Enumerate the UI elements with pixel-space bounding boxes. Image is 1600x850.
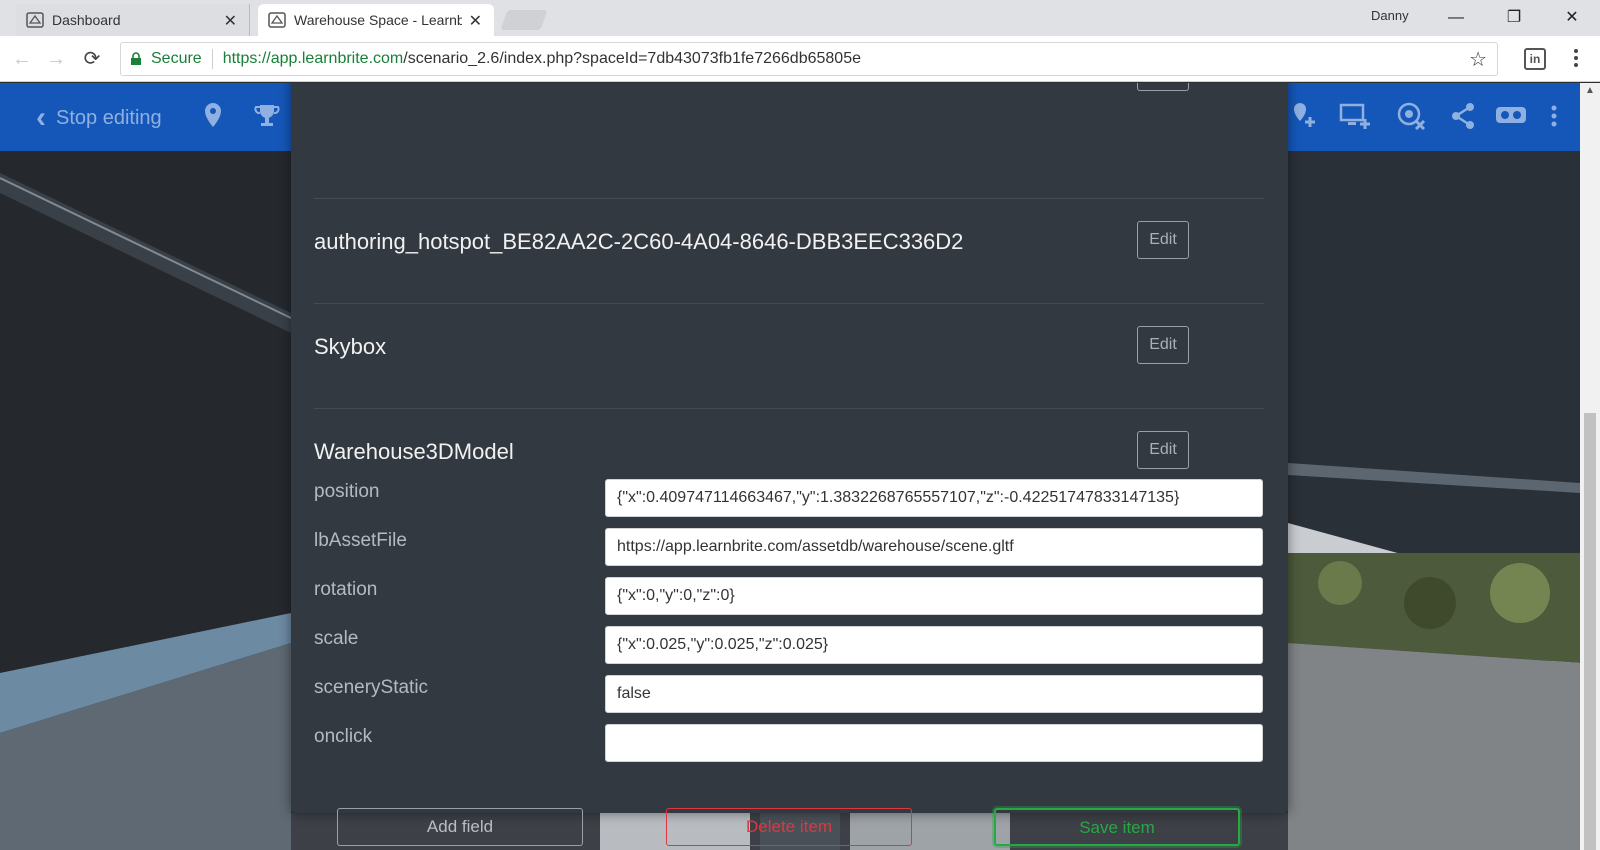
field-label-rotation: rotation — [314, 579, 378, 600]
item-name: Warehouse3DModel — [314, 439, 514, 464]
item-row-warehouse3dmodel: Warehouse3DModel Edit — [314, 431, 1264, 471]
learnbrite-favicon-icon — [268, 12, 286, 28]
browser-tab-strip: Dashboard ✕ Warehouse Space - Learnbrite… — [0, 0, 1600, 36]
edit-button[interactable]: Edit — [1137, 326, 1189, 364]
url-path: /scenario_2.6/index.php?spaceId=7db43073… — [403, 50, 861, 67]
close-window-icon[interactable]: ✕ — [1552, 4, 1592, 32]
minimize-icon[interactable]: — — [1436, 4, 1476, 32]
close-tab-icon[interactable]: ✕ — [224, 11, 237, 31]
edit-button[interactable]: Edit — [1137, 431, 1189, 469]
tab-warehouse-space[interactable]: Warehouse Space - Learnbrite ✕ — [258, 4, 494, 36]
scenerystatic-input[interactable] — [605, 675, 1263, 713]
scroll-up-arrow-icon[interactable]: ▲ — [1585, 85, 1595, 96]
stop-editing-label: Stop editing — [56, 106, 162, 129]
back-arrow-icon[interactable]: ← — [8, 45, 36, 73]
rotation-input[interactable] — [605, 577, 1263, 615]
item-row-hotspot: authoring_hotspot_BE82AA2C-2C60-4A04-864… — [314, 221, 1264, 261]
field-label-position: position — [314, 481, 380, 502]
restore-icon[interactable]: ❐ — [1494, 4, 1534, 32]
vr-headset-icon[interactable] — [1494, 99, 1528, 133]
field-label-scenerystatic: sceneryStatic — [314, 677, 429, 698]
divider — [314, 198, 1264, 199]
add-screen-icon[interactable] — [1338, 99, 1372, 133]
scene-items-modal: authoring_hotspot_BE82AA2C-2C60-4A04-864… — [291, 83, 1288, 846]
onclick-input[interactable] — [605, 724, 1263, 762]
add-location-icon[interactable] — [1288, 99, 1322, 133]
item-name: Skybox — [314, 334, 387, 359]
new-tab-button[interactable] — [500, 10, 548, 30]
tab-title: Warehouse Space - Learnbrite — [294, 12, 462, 28]
add-field-button[interactable]: Add field — [337, 808, 583, 846]
browser-toolbar: ← → ⟳ Secure https://app.learnbrite.com /… — [0, 36, 1600, 82]
field-label-lbassetfile: lbAssetFile — [314, 530, 407, 551]
delete-item-button[interactable]: Delete item — [666, 808, 912, 846]
field-label-onclick: onclick — [314, 726, 373, 747]
url-host: https://app.learnbrite.com — [222, 50, 404, 67]
page-scrollbar[interactable]: ▲ — [1580, 83, 1600, 850]
bookmark-star-icon[interactable]: ☆ — [1469, 47, 1487, 72]
lbassetfile-input[interactable] — [605, 528, 1263, 566]
edit-button-cutoff[interactable] — [1137, 83, 1189, 91]
close-tab-icon[interactable]: ✕ — [469, 11, 482, 31]
item-name: authoring_hotspot_BE82AA2C-2C60-4A04-864… — [314, 229, 964, 254]
browser-menu-icon[interactable] — [1568, 44, 1584, 72]
tab-title: Dashboard — [52, 12, 121, 28]
share-icon[interactable] — [1446, 99, 1480, 133]
divider — [211, 49, 213, 69]
trophy-icon[interactable] — [250, 99, 284, 133]
app-viewport: ‹ Stop editing ▲ authoring_hotspot_BE82A… — [0, 83, 1600, 850]
forward-arrow-icon[interactable]: → — [42, 45, 70, 73]
tab-dashboard[interactable]: Dashboard ✕ — [16, 4, 250, 36]
profile-name[interactable]: Danny — [1371, 8, 1409, 23]
address-bar[interactable]: Secure https://app.learnbrite.com/scenar… — [120, 42, 1498, 76]
reload-icon[interactable]: ⟳ — [78, 45, 106, 73]
edit-button[interactable]: Edit — [1137, 221, 1189, 259]
save-item-button[interactable]: Save item — [994, 808, 1240, 846]
scale-input[interactable] — [605, 626, 1263, 664]
lock-icon — [131, 52, 141, 65]
map-pin-icon[interactable] — [196, 99, 230, 133]
secure-label: Secure — [151, 50, 202, 67]
chevron-left-icon: ‹ — [36, 101, 46, 134]
linkedin-extension-icon[interactable]: in — [1524, 48, 1546, 70]
scrollbar-thumb[interactable] — [1584, 413, 1596, 850]
learnbrite-favicon-icon — [26, 12, 44, 28]
more-options-icon[interactable] — [1544, 99, 1564, 133]
field-label-scale: scale — [314, 628, 359, 649]
divider — [314, 303, 1264, 304]
divider — [314, 408, 1264, 409]
remove-target-icon[interactable] — [1394, 99, 1428, 133]
position-input[interactable] — [605, 479, 1263, 517]
item-row-skybox: Skybox Edit — [314, 326, 1264, 366]
stop-editing-button[interactable]: ‹ Stop editing — [36, 101, 162, 135]
